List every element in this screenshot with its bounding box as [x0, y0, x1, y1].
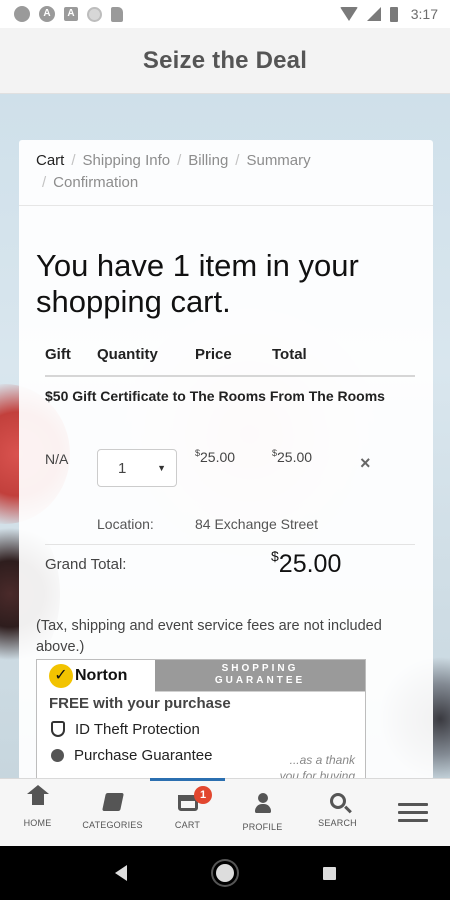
column-total: Total — [272, 346, 307, 363]
column-quantity: Quantity — [97, 346, 158, 363]
circle-icon — [87, 6, 102, 22]
circle-icon — [51, 748, 64, 762]
column-gift: Gift — [45, 346, 71, 363]
search-icon — [329, 793, 346, 809]
norton-band-line2: GUARANTEE — [214, 675, 306, 686]
battery-icon — [389, 6, 398, 22]
norton-feature-label: Purchase Guarantee — [74, 746, 213, 764]
grand-total-row: Grand Total: $25.00 — [45, 548, 415, 590]
status-bar: A A 3:17 — [0, 0, 450, 28]
checkmark-icon: ✓ — [49, 664, 73, 688]
app-header: Seize the Deal — [0, 28, 450, 94]
price-value: 25.00 — [200, 449, 236, 465]
breadcrumb-cart[interactable]: Cart — [36, 152, 64, 169]
signal-icon — [366, 7, 381, 21]
breadcrumb-separator: / — [177, 152, 182, 169]
shield-icon — [51, 721, 65, 737]
grand-total-amount: 25.00 — [278, 550, 342, 578]
remove-item-button[interactable]: × — [360, 453, 371, 474]
breadcrumb-summary[interactable]: Summary — [246, 152, 310, 169]
cart-badge: 1 — [194, 786, 212, 804]
breadcrumb-confirmation[interactable]: Confirmation — [53, 174, 138, 191]
total-currency: $ — [272, 448, 278, 458]
page-title: Seize the Deal — [142, 46, 308, 74]
price-currency: $ — [195, 448, 201, 458]
recents-icon[interactable] — [322, 866, 336, 880]
breadcrumb-shipping[interactable]: Shipping Info — [83, 152, 171, 169]
cart-table-header: Gift Quantity Price Total — [45, 343, 415, 377]
status-right: 3:17 — [339, 6, 438, 22]
nav-label: CATEGORIES — [82, 820, 143, 830]
norton-feature: ID Theft Protection — [37, 716, 365, 742]
nav-categories[interactable]: CATEGORIES — [75, 779, 150, 847]
nav-profile[interactable]: PROFILE — [225, 779, 300, 847]
grand-total-currency: $ — [271, 548, 279, 564]
nav-search[interactable]: SEARCH — [300, 779, 375, 847]
table-row: N/A 1 ▼ $25.00 $25.00 × — [45, 445, 415, 495]
norton-logo: ✓ Norton — [37, 660, 155, 692]
home-circle-icon[interactable] — [215, 864, 234, 882]
nav-label: HOME — [23, 818, 52, 828]
back-icon[interactable] — [114, 865, 127, 881]
cart-heading: You have 1 item in your shopping cart. — [36, 248, 359, 319]
tax-note: (Tax, shipping and event service fees ar… — [36, 618, 382, 655]
location-value: 84 Exchange Street — [195, 516, 318, 532]
bottom-nav: HOME CATEGORIES 1 CART PROFILE SEARCH — [0, 778, 450, 846]
norton-free-text: FREE with your purchase — [49, 695, 231, 712]
norton-guarantee-badge[interactable]: ✓ Norton SHOPPING GUARANTEE FREE with yo… — [36, 659, 366, 789]
sd-card-icon — [111, 6, 123, 22]
wifi-icon — [339, 7, 358, 21]
hamburger-icon — [397, 798, 428, 827]
settings-icon — [14, 6, 30, 22]
book-icon — [101, 793, 124, 811]
norton-band-line1: SHOPPING — [221, 663, 299, 674]
location-row: Location: 84 Exchange Street — [45, 513, 415, 545]
nav-label: CART — [174, 820, 201, 830]
item-total: $25.00 — [272, 448, 313, 465]
grand-total-value: $25.00 — [271, 548, 342, 579]
item-gift: N/A — [45, 451, 69, 467]
total-value: 25.00 — [277, 449, 313, 465]
nav-home[interactable]: HOME — [0, 779, 75, 847]
a-circle-icon: A — [39, 6, 55, 22]
nav-label: PROFILE — [242, 822, 283, 832]
breadcrumb-separator: / — [235, 152, 240, 169]
breadcrumb-separator: / — [42, 174, 47, 191]
item-price: $25.00 — [195, 448, 236, 465]
a-square-icon: A — [64, 7, 78, 21]
norton-header: ✓ Norton SHOPPING GUARANTEE — [37, 660, 365, 692]
norton-logo-text: Norton — [75, 667, 128, 684]
quantity-value: 1 — [118, 459, 127, 477]
chevron-down-icon: ▼ — [157, 463, 166, 473]
norton-feature-label: ID Theft Protection — [75, 720, 200, 738]
home-icon — [26, 785, 49, 809]
location-label: Location: — [97, 516, 154, 532]
item-title: $50 Gift Certificate to The Rooms From T… — [45, 388, 385, 404]
column-price: Price — [195, 346, 232, 363]
status-left: A A — [14, 6, 123, 22]
norton-band: SHOPPING GUARANTEE — [155, 660, 365, 691]
breadcrumb-billing[interactable]: Billing — [188, 152, 228, 169]
breadcrumb-separator: / — [71, 152, 76, 169]
system-nav-bar — [0, 846, 450, 900]
menu-button[interactable] — [375, 779, 450, 846]
status-time: 3:17 — [410, 6, 438, 22]
breadcrumb: Cart / Shipping Info / Billing / Summary / Confi… — [19, 140, 433, 206]
nav-label: SEARCH — [318, 818, 357, 828]
profile-icon — [254, 793, 272, 813]
grand-total-label: Grand Total: — [45, 556, 127, 573]
norton-thank-line1: ...as a thank — [289, 753, 355, 767]
nav-cart[interactable]: 1 CART — [150, 778, 225, 847]
quantity-select[interactable]: 1 ▼ — [97, 449, 177, 487]
